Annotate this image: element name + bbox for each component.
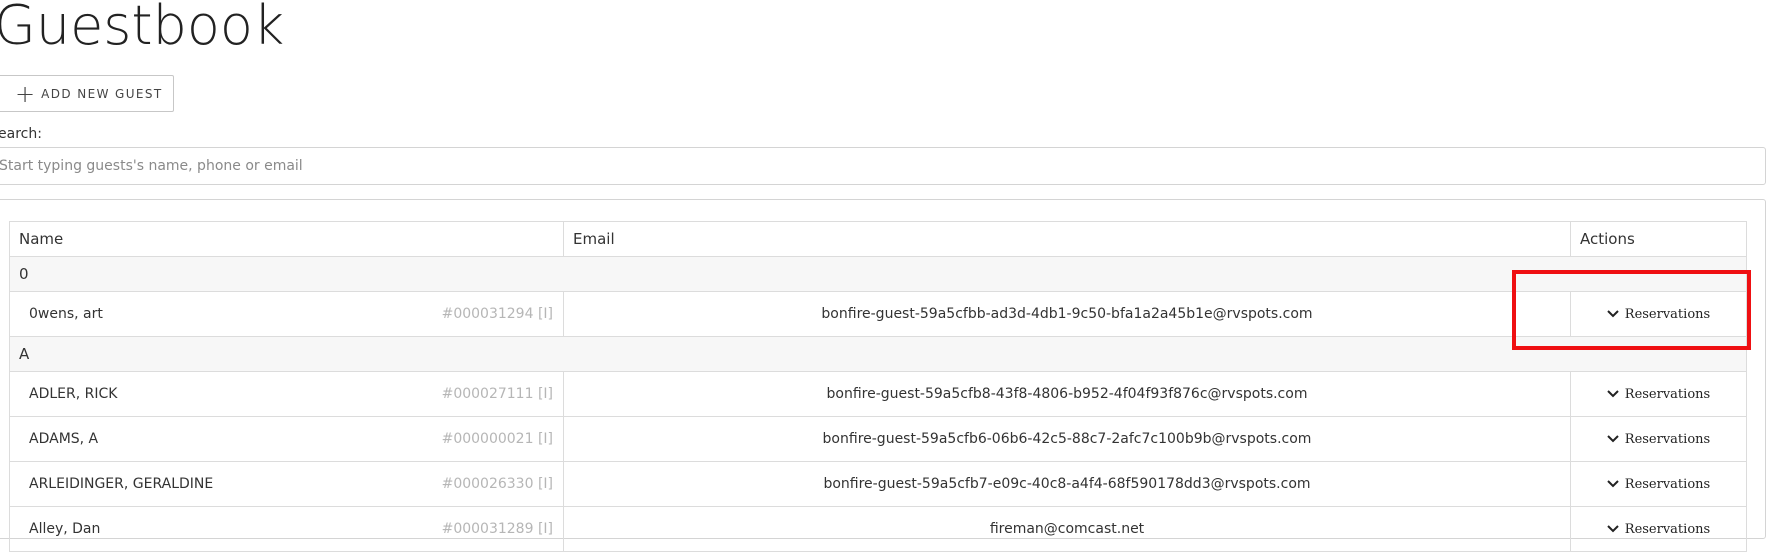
guest-email: bonfire-guest-59a5cfbb-ad3d-4db1-9c50-bf… [563,291,1571,337]
reservations-button[interactable]: Reservations [1607,522,1710,537]
actions-cell: Reservations [1570,506,1747,552]
guest-name: ADLER, RICK [29,386,118,402]
add-new-guest-button[interactable]: + ADD NEW GUEST [0,75,174,112]
chevron-down-icon [1607,390,1619,398]
search-label: earch: [0,126,42,142]
actions-cell: Reservations [1570,416,1747,462]
reservations-button[interactable]: Reservations [1607,387,1710,402]
table-row[interactable]: ADLER, RICK #000027111 [I] bonfire-guest… [9,371,1747,417]
guest-name: 0wens, art [29,306,103,322]
guest-email: bonfire-guest-59a5cfb7-e09c-40c8-a4f4-68… [563,461,1571,507]
guest-name-cell[interactable]: ADLER, RICK #000027111 [I] [9,371,564,417]
reservations-button[interactable]: Reservations [1607,477,1710,492]
column-header-email[interactable]: Email [563,221,1571,257]
group-header-row: A [9,336,1747,372]
guest-id: #000031289 [I] [441,521,553,537]
guest-name: ARLEIDINGER, GERALDINE [29,476,214,492]
page-title: Guestbook [0,0,285,57]
reservations-label: Reservations [1624,521,1711,537]
chevron-down-icon [1607,435,1619,443]
group-letter: 0 [9,256,1747,292]
table-row[interactable]: ARLEIDINGER, GERALDINE #000026330 [I] bo… [9,461,1747,507]
plus-icon: + [15,79,36,108]
guest-email: bonfire-guest-59a5cfb6-06b6-42c5-88c7-2a… [563,416,1571,462]
group-letter: A [9,336,1747,372]
highlight-box [1512,270,1751,350]
guest-name: ADAMS, A [29,431,99,447]
guest-name-cell[interactable]: ARLEIDINGER, GERALDINE #000026330 [I] [9,461,564,507]
group-header-row: 0 [9,256,1747,292]
guest-id: #000031294 [I] [441,306,553,322]
table-header-row: Name Email Actions [9,221,1747,257]
chevron-down-icon [1607,480,1619,488]
guest-email: fireman@comcast.net [563,506,1571,552]
actions-cell: Reservations [1570,461,1747,507]
reservations-label: Reservations [1624,386,1711,402]
table-row[interactable]: Alley, Dan #000031289 [I] fireman@comcas… [9,506,1747,552]
guest-name-cell[interactable]: Alley, Dan #000031289 [I] [9,506,564,552]
guest-name: Alley, Dan [29,521,101,537]
table-row[interactable]: 0wens, art #000031294 [I] bonfire-guest-… [9,291,1747,337]
reservations-label: Reservations [1624,476,1711,492]
search-input[interactable] [0,147,1766,185]
guest-id: #000027111 [I] [441,386,553,402]
actions-cell: Reservations [1570,371,1747,417]
column-header-actions: Actions [1570,221,1747,257]
guest-name-cell[interactable]: ADAMS, A #000000021 [I] [9,416,564,462]
guest-name-cell[interactable]: 0wens, art #000031294 [I] [9,291,564,337]
column-header-name[interactable]: Name [9,221,564,257]
add-new-guest-label: ADD NEW GUEST [41,86,163,101]
reservations-label: Reservations [1624,431,1711,447]
guest-email: bonfire-guest-59a5cfb8-43f8-4806-b952-4f… [563,371,1571,417]
table-row[interactable]: ADAMS, A #000000021 [I] bonfire-guest-59… [9,416,1747,462]
guests-table: Name Email Actions 0 0wens, art #0000312… [9,221,1747,552]
reservations-button[interactable]: Reservations [1607,432,1710,447]
guest-id: #000026330 [I] [441,476,553,492]
chevron-down-icon [1607,525,1619,533]
guest-id: #000000021 [I] [441,431,553,447]
